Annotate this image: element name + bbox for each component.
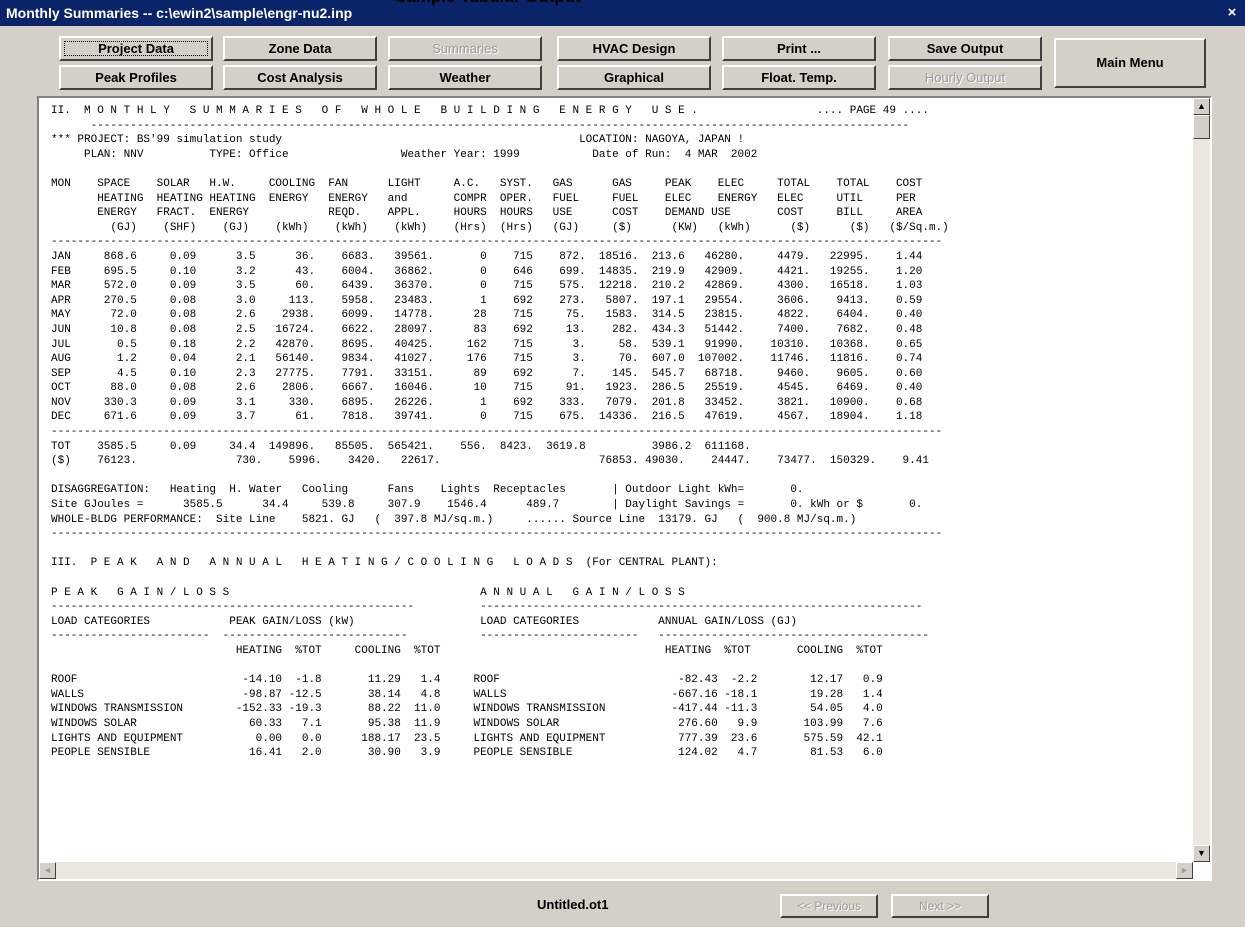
scroll-left-icon[interactable]: ◄ xyxy=(39,862,56,879)
hvac-design-button[interactable]: HVAC Design xyxy=(557,36,711,61)
report-line: MON SPACE SOLAR H.W. COOLING FAN LIGHT A… xyxy=(51,177,923,190)
horizontal-scrollbar[interactable]: ◄ ► xyxy=(39,862,1193,879)
project-data-button[interactable]: Project Data xyxy=(59,36,213,61)
report-line xyxy=(51,162,1179,177)
report-line: HEATING HEATING HEATING ENERGY ENERGY an… xyxy=(51,192,916,205)
window-title: Monthly Summaries -- c:\ewin2\sample\eng… xyxy=(6,5,353,21)
report-line: WALLS -98.87 -12.5 38.14 4.8 WALLS -667.… xyxy=(51,688,883,701)
report-line: WINDOWS SOLAR 60.33 7.1 95.38 11.9 WINDO… xyxy=(51,717,883,730)
vertical-scroll-thumb[interactable] xyxy=(1193,115,1210,139)
report-line: JUN 10.8 0.08 2.5 16724. 6622. 28097. 83… xyxy=(51,323,923,336)
save-output-button[interactable]: Save Output xyxy=(888,36,1042,61)
report-line: PEOPLE SENSIBLE 16.41 2.0 30.90 3.9 PEOP… xyxy=(51,747,883,760)
report-line: WHOLE-BLDG PERFORMANCE: Site Line 5821. … xyxy=(51,513,857,526)
report-line: ----------------------------------------… xyxy=(51,236,943,249)
report-viewer[interactable]: II. M O N T H L Y S U M M A R I E S O F … xyxy=(37,96,1212,881)
report-line: ROOF -14.10 -1.8 11.29 1.4 ROOF -82.43 -… xyxy=(51,674,883,687)
report-line: ----------------------------------------… xyxy=(51,601,923,614)
report-line: HEATING %TOT COOLING %TOT HEATING %TOT C… xyxy=(51,644,883,657)
report-line: TOT 3585.5 0.09 34.4 149896. 85505. 5654… xyxy=(51,440,751,453)
report-line xyxy=(51,542,1179,557)
zone-data-button[interactable]: Zone Data xyxy=(223,36,377,61)
main-menu-button[interactable]: Main Menu xyxy=(1054,38,1206,88)
report-line: MAY 72.0 0.08 2.6 2938. 6099. 14778. 28 … xyxy=(51,309,923,322)
next-page-button[interactable]: Next >> xyxy=(891,894,989,918)
cost-analysis-button[interactable]: Cost Analysis xyxy=(223,65,377,90)
report-line xyxy=(51,571,1179,586)
report-line: WINDOWS TRANSMISSION -152.33 -19.3 88.22… xyxy=(51,703,883,716)
scroll-down-icon[interactable]: ▼ xyxy=(1193,845,1210,862)
title-bar: Sample Tabular Output Monthly Summaries … xyxy=(0,0,1245,26)
report-line: OCT 88.0 0.08 2.6 2806. 6667. 16046. 10 … xyxy=(51,382,923,395)
report-line: III. P E A K A N D A N N U A L H E A T I… xyxy=(51,557,718,570)
report-line: MAR 572.0 0.09 3.5 60. 6439. 36370. 0 71… xyxy=(51,280,923,293)
report-line: II. M O N T H L Y S U M M A R I E S O F … xyxy=(51,105,929,117)
report-line xyxy=(51,469,1179,484)
float-temp-button[interactable]: Float. Temp. xyxy=(722,65,876,90)
report-line: APR 270.5 0.08 3.0 113. 5958. 23483. 1 6… xyxy=(51,294,923,307)
report-line: LIGHTS AND EQUIPMENT 0.00 0.0 188.17 23.… xyxy=(51,732,883,745)
graphical-button[interactable]: Graphical xyxy=(557,65,711,90)
report-line: FEB 695.5 0.10 3.2 43. 6004. 36862. 0 64… xyxy=(51,265,923,278)
report-line: ----------------------------------------… xyxy=(51,119,910,132)
scroll-up-icon[interactable]: ▲ xyxy=(1193,98,1210,115)
report-line: ($) 76123. 730. 5996. 3420. 22617. 76853… xyxy=(51,455,929,468)
report-line: JAN 868.6 0.09 3.5 36. 6683. 39561. 0 71… xyxy=(51,250,923,263)
report-line xyxy=(51,659,1179,674)
vertical-scrollbar[interactable]: ▲ ▼ xyxy=(1193,98,1210,862)
peak-profiles-button[interactable]: Peak Profiles xyxy=(59,65,213,90)
summaries-button[interactable]: Summaries xyxy=(388,36,542,61)
hourly-output-button[interactable]: Hourly Output xyxy=(888,65,1042,90)
print-button[interactable]: Print ... xyxy=(722,36,876,61)
weather-button[interactable]: Weather xyxy=(388,65,542,90)
previous-page-button[interactable]: << Previous xyxy=(780,894,878,918)
report-line: ------------------------ ---------------… xyxy=(51,630,929,643)
report-line: SEP 4.5 0.10 2.3 27775. 7791. 33151. 89 … xyxy=(51,367,923,380)
output-filename: Untitled.ot1 xyxy=(537,897,609,912)
report-line: ----------------------------------------… xyxy=(51,426,943,439)
report-line: AUG 1.2 0.04 2.1 56140. 9834. 41027. 176… xyxy=(51,353,923,366)
status-bar: Untitled.ot1 << Previous Next >> xyxy=(0,880,1245,927)
report-line: ENERGY FRACT. ENERGY REQD. APPL. HOURS H… xyxy=(51,207,923,220)
report-line: *** PROJECT: BS'99 simulation study LOCA… xyxy=(51,134,745,147)
report-line: DEC 671.6 0.09 3.7 61. 7818. 39741. 0 71… xyxy=(51,411,923,424)
sample-caption: Sample Tabular Output xyxy=(395,0,581,10)
horizontal-scroll-track[interactable] xyxy=(56,862,1176,879)
report-line: Site GJoules = 3585.5 34.4 539.8 307.9 1… xyxy=(51,499,923,512)
report-line: NOV 330.3 0.09 3.1 330. 6895. 26226. 1 6… xyxy=(51,396,923,409)
report-line: DISAGGREGATION: Heating H. Water Cooling… xyxy=(51,484,804,497)
report-line: LOAD CATEGORIES PEAK GAIN/LOSS (kW) LOAD… xyxy=(51,615,797,628)
report-line: P E A K G A I N / L O S S A N N U A L G … xyxy=(51,586,685,599)
toolbar: Project Data Zone Data Summaries HVAC De… xyxy=(0,26,1245,94)
report-text: II. M O N T H L Y S U M M A R I E S O F … xyxy=(51,104,1179,864)
report-line: ----------------------------------------… xyxy=(51,528,943,541)
report-line: PLAN: NNV TYPE: Office Weather Year: 199… xyxy=(51,148,758,161)
report-line: JUL 0.5 0.18 2.2 42870. 8695. 40425. 162… xyxy=(51,338,923,351)
scroll-right-icon[interactable]: ► xyxy=(1176,862,1193,879)
close-icon[interactable]: × xyxy=(1223,4,1241,22)
report-line: (GJ) (SHF) (GJ) (kWh) (kWh) (kWh) (Hrs) … xyxy=(51,221,949,234)
